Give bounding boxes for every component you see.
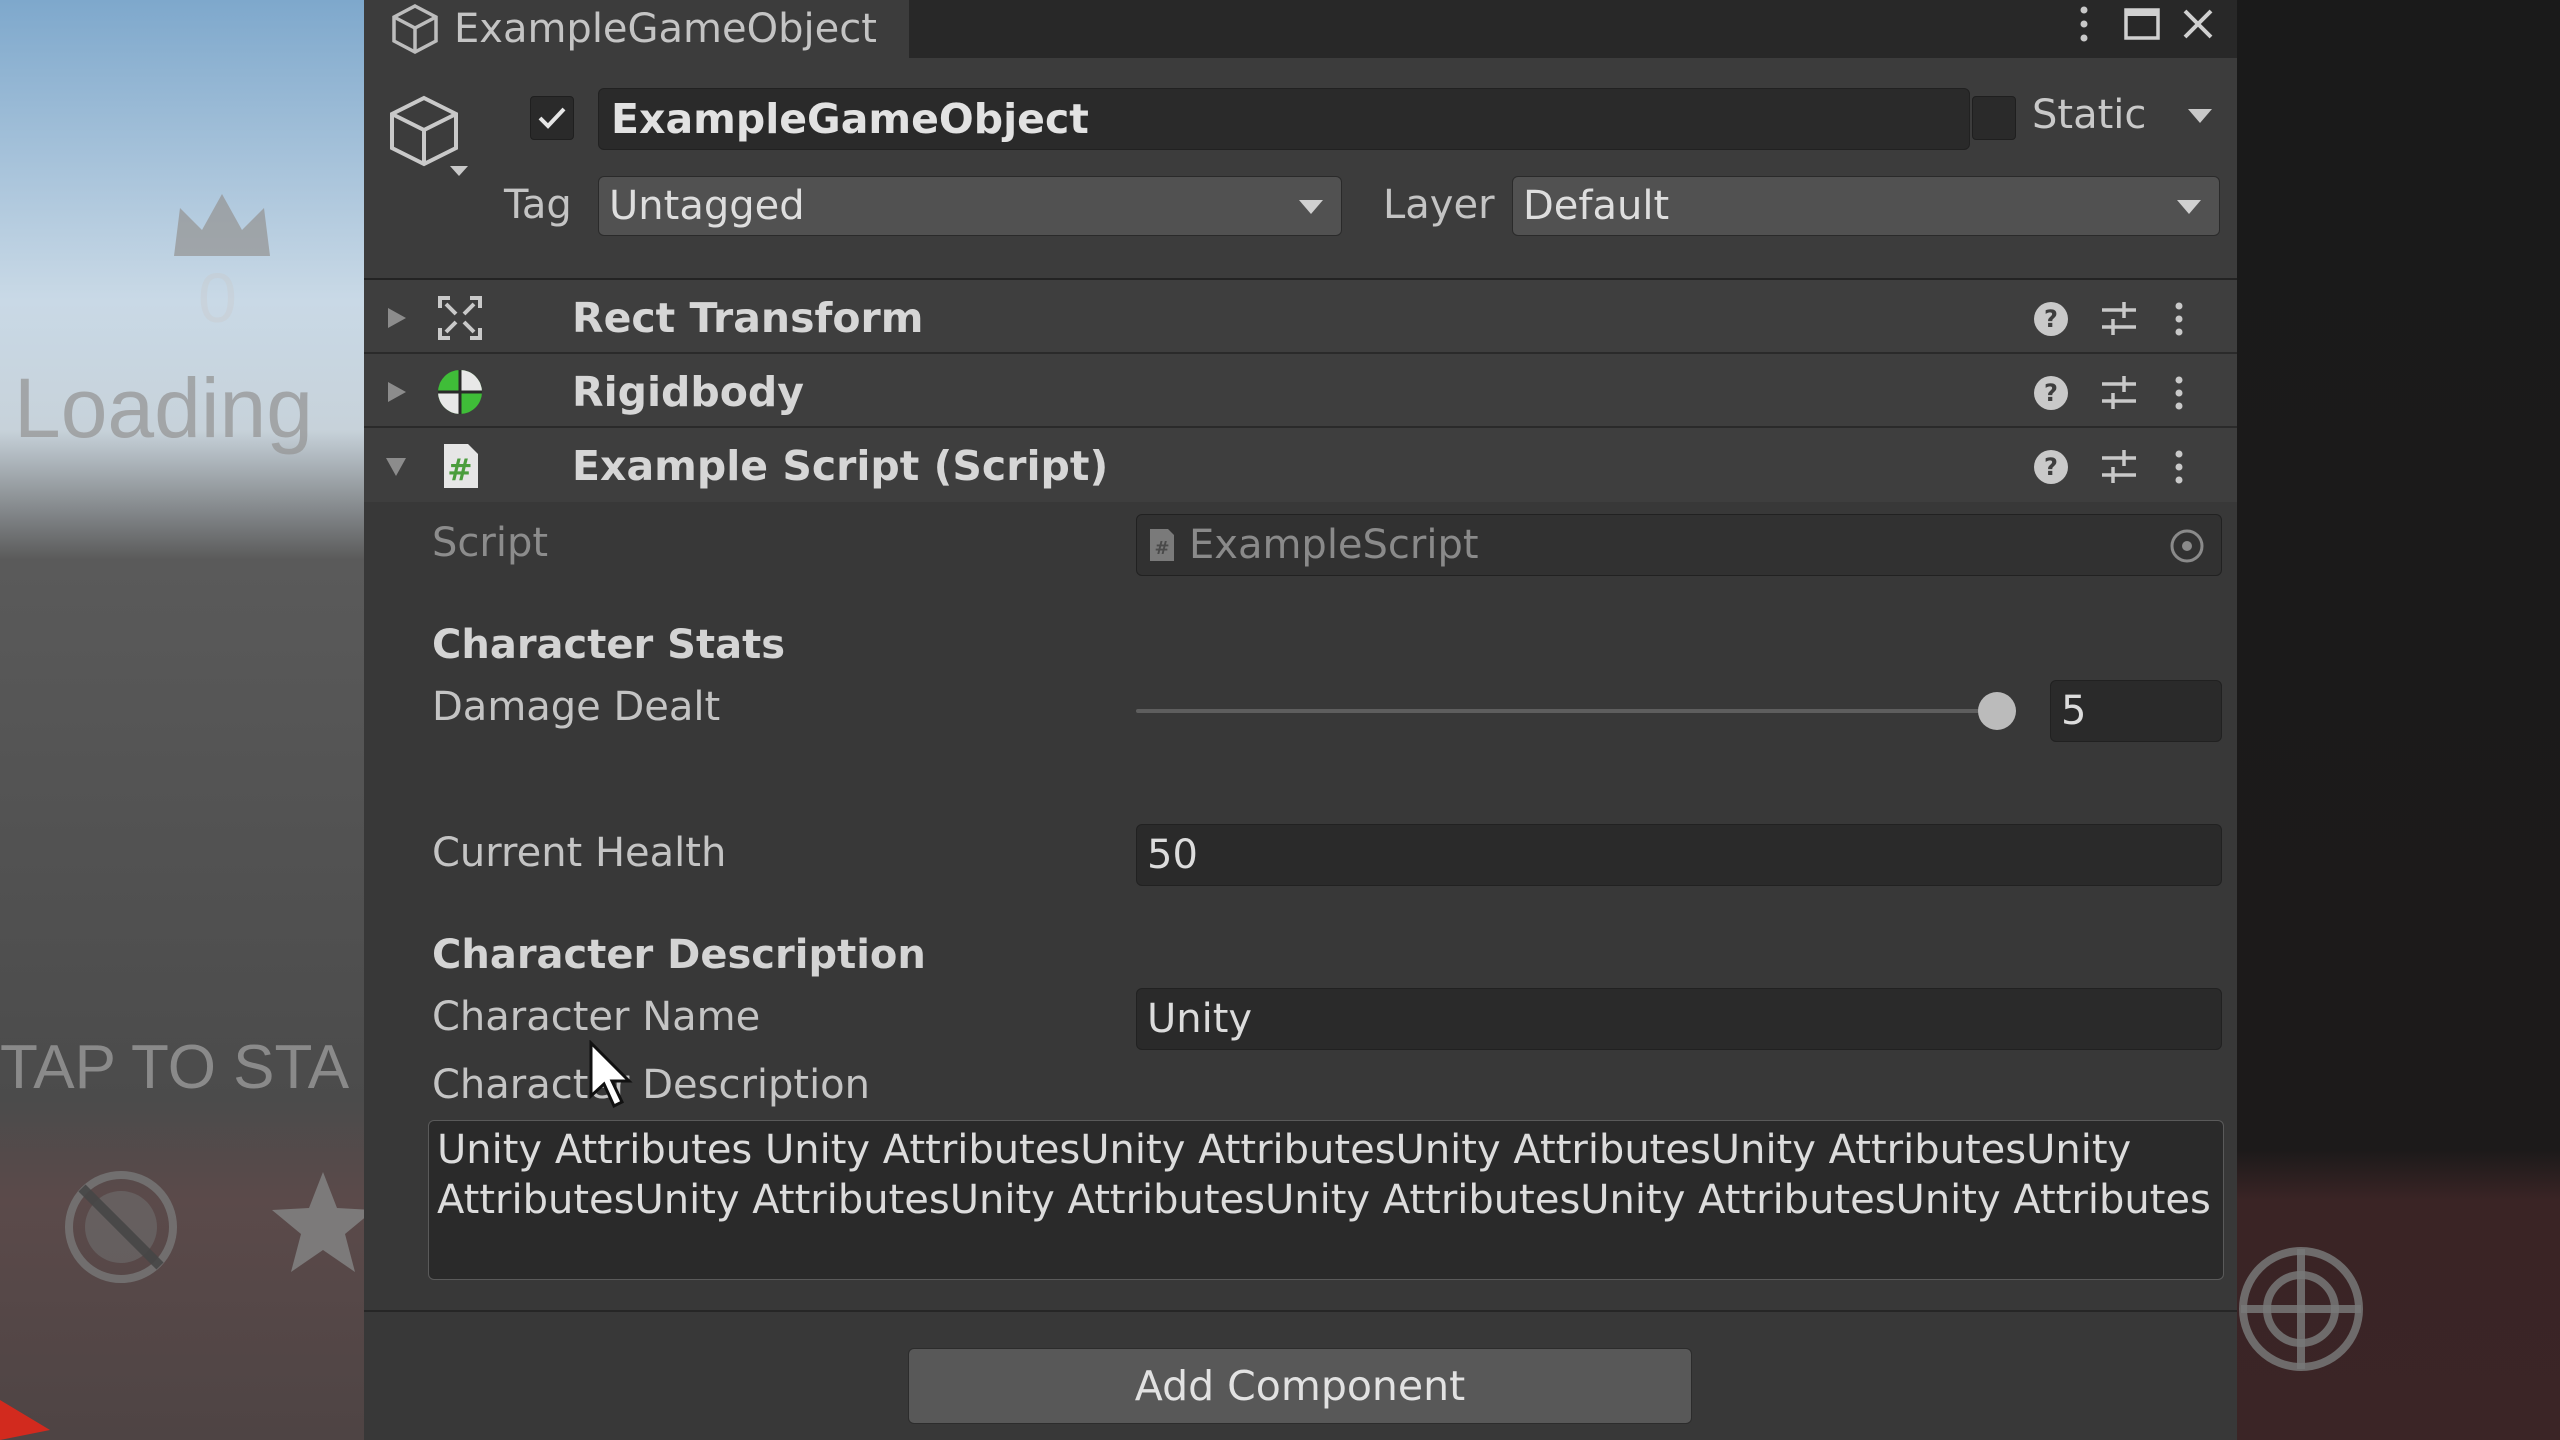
damage-slider-knob[interactable]	[1978, 692, 2016, 730]
svg-text:?: ?	[2044, 453, 2058, 481]
component-title: Example Script (Script)	[572, 442, 1109, 490]
active-toggle[interactable]	[530, 96, 574, 140]
preset-icon[interactable]	[2100, 374, 2138, 412]
object-picker-icon[interactable]	[2169, 528, 2205, 564]
preset-icon[interactable]	[2100, 448, 2138, 486]
static-label: Static	[2032, 92, 2147, 138]
component-rigidbody[interactable]: Rigidbody ?	[364, 354, 2237, 428]
tab-inspector[interactable]: ExampleGameObject	[364, 0, 909, 58]
maximize-button[interactable]	[2116, 0, 2168, 48]
more-menu-button[interactable]	[2058, 0, 2110, 48]
tag-value: Untagged	[609, 183, 805, 229]
script-reference-value: ExampleScript	[1189, 522, 1479, 568]
star-icon[interactable]	[268, 1168, 364, 1278]
game-view-right	[2237, 0, 2560, 1440]
script-body: Script # ExampleScript Character Stats D…	[364, 504, 2237, 1314]
current-health-label: Current Health	[432, 830, 727, 876]
damage-slider-track[interactable]	[1136, 709, 2016, 713]
add-component-button[interactable]: Add Component	[908, 1348, 1692, 1424]
description-line-1: Unity Attributes Unity AttributesUnity A…	[437, 1127, 2132, 1173]
red-marker-icon	[0, 1400, 50, 1440]
layer-dropdown[interactable]: Default	[1512, 176, 2220, 236]
divider	[364, 1310, 2237, 1312]
game-view-left: 0 Loading TAP TO STA	[0, 0, 364, 1440]
maximize-icon	[2124, 8, 2160, 40]
expand-arrow-icon[interactable]	[384, 380, 408, 404]
expand-arrow-icon[interactable]	[384, 306, 408, 330]
score-text: 0	[198, 259, 237, 337]
tab-title: ExampleGameObject	[454, 6, 877, 52]
compass-icon[interactable]	[62, 1168, 180, 1286]
tag-dropdown[interactable]: Untagged	[598, 176, 1342, 236]
chevron-down-icon	[1299, 200, 1323, 214]
damage-value-field[interactable]: 5	[2050, 680, 2222, 742]
static-toggle[interactable]	[1972, 96, 2016, 140]
component-rect-transform[interactable]: Rect Transform ?	[364, 280, 2237, 354]
script-file-icon: #	[1150, 529, 1174, 561]
svg-text:#: #	[447, 453, 472, 488]
gameobject-header: ExampleGameObject Static Tag Untagged La…	[364, 58, 2237, 280]
static-dropdown-icon[interactable]	[2186, 106, 2214, 126]
component-example-script[interactable]: # Example Script (Script) ?	[364, 428, 2237, 502]
component-title: Rigidbody	[572, 368, 804, 416]
character-stats-header: Character Stats	[432, 622, 786, 668]
help-icon[interactable]: ?	[2032, 448, 2070, 486]
kebab-icon	[2080, 6, 2088, 42]
tag-label: Tag	[504, 182, 572, 228]
script-reference-field[interactable]: # ExampleScript	[1136, 514, 2222, 576]
inspector-window: ExampleGameObject ExampleGameObject Stat…	[364, 0, 2237, 1440]
svg-text:?: ?	[2044, 305, 2058, 333]
kebab-icon[interactable]	[2160, 374, 2198, 412]
object-name-value: ExampleGameObject	[611, 95, 1089, 143]
damage-dealt-label: Damage Dealt	[432, 684, 721, 730]
collapse-arrow-icon[interactable]	[384, 454, 408, 478]
character-name-field[interactable]: Unity	[1136, 988, 2222, 1050]
chevron-down-icon	[2177, 200, 2201, 214]
character-description-label: Character Description	[432, 1062, 871, 1108]
add-component-label: Add Component	[1134, 1362, 1466, 1410]
help-icon[interactable]: ?	[2032, 374, 2070, 412]
object-name-field[interactable]: ExampleGameObject	[598, 88, 1970, 150]
crown-icon	[174, 194, 270, 256]
character-description-textarea[interactable]: Unity Attributes Unity AttributesUnity A…	[428, 1120, 2224, 1280]
gameobject-cube-icon	[392, 4, 438, 54]
help-icon[interactable]: ?	[2032, 300, 2070, 338]
kebab-icon[interactable]	[2160, 300, 2198, 338]
tap-to-start-text: TAP TO STA	[0, 1033, 350, 1102]
damage-value: 5	[2061, 688, 2087, 734]
loading-text: Loading	[14, 361, 313, 455]
current-health-field[interactable]: 50	[1136, 824, 2222, 886]
current-health-value: 50	[1147, 832, 1198, 878]
close-button[interactable]	[2172, 0, 2224, 48]
script-label: Script	[432, 520, 549, 566]
tab-bar: ExampleGameObject	[364, 0, 2237, 58]
checkmark-icon	[538, 107, 566, 129]
preset-icon[interactable]	[2100, 300, 2138, 338]
script-icon: #	[444, 444, 478, 488]
component-title: Rect Transform	[572, 294, 924, 342]
gameobject-icon[interactable]	[388, 92, 468, 182]
svg-text:?: ?	[2044, 379, 2058, 407]
rect-transform-icon	[438, 296, 482, 340]
rigidbody-icon	[438, 370, 482, 414]
mouse-cursor-icon	[589, 1040, 633, 1109]
description-line-2: AttributesUnity AttributesUnity Attribut…	[437, 1177, 2211, 1223]
close-icon	[2183, 9, 2213, 39]
character-description-header: Character Description	[432, 932, 926, 978]
layer-value: Default	[1523, 183, 1670, 229]
kebab-icon[interactable]	[2160, 448, 2198, 486]
character-name-value: Unity	[1147, 996, 1253, 1042]
crosshair-icon[interactable]	[2237, 1245, 2365, 1373]
character-name-label: Character Name	[432, 994, 761, 1040]
layer-label: Layer	[1383, 182, 1495, 228]
svg-text:#: #	[1154, 538, 1169, 559]
